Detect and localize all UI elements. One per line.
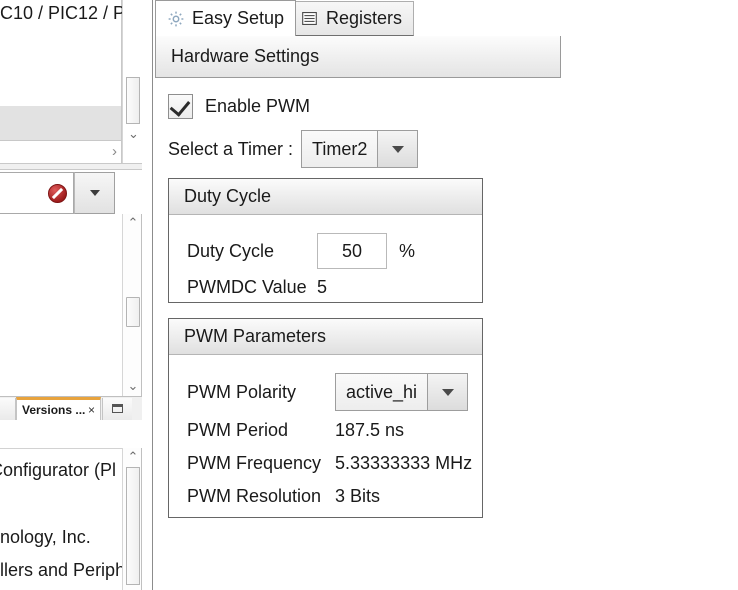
pwm-resolution-value: 3 Bits bbox=[335, 486, 380, 507]
tab-versions-label: Versions ... bbox=[22, 403, 85, 417]
scrollbar-thumb[interactable] bbox=[126, 77, 140, 124]
tab-easy-setup[interactable]: Easy Setup bbox=[155, 0, 296, 36]
pwm-polarity-label: PWM Polarity bbox=[187, 382, 335, 403]
duty-cycle-unit: % bbox=[399, 241, 415, 262]
divider bbox=[0, 448, 132, 449]
checkmark-icon bbox=[170, 95, 191, 117]
resource-tree-scrollbar[interactable]: ⌃ ⌄ bbox=[122, 214, 142, 396]
minimize-panel-button[interactable] bbox=[102, 398, 132, 421]
pwm-polarity-combobox-button[interactable] bbox=[428, 373, 468, 411]
chevron-down-icon bbox=[442, 389, 454, 396]
tab-versions[interactable]: Versions ... × bbox=[16, 397, 101, 421]
window-gap bbox=[142, 0, 152, 590]
scroll-down-arrow-icon[interactable]: ⌄ bbox=[125, 378, 141, 394]
timer-combobox-button[interactable] bbox=[378, 130, 418, 168]
pwm-period-label: PWM Period bbox=[187, 420, 335, 441]
minimize-icon bbox=[112, 404, 123, 413]
versions-line: ollers and Periph bbox=[0, 560, 125, 581]
hardware-settings-label: Hardware Settings bbox=[171, 46, 319, 67]
duty-cycle-group: Duty Cycle Duty Cycle 50 % PWMDC Value 5 bbox=[168, 178, 483, 303]
chevron-down-icon bbox=[392, 146, 404, 153]
screen-root: C10 / PIC12 / PIC › ⌄ ⌃ ⌄ bbox=[0, 0, 738, 590]
versions-output-body: Configurator (Pl hnology, Inc. ollers an… bbox=[0, 420, 142, 590]
error-prohibited-icon bbox=[48, 184, 67, 203]
versions-line: Configurator (Pl bbox=[0, 460, 116, 481]
pwm-resolution-label: PWM Resolution bbox=[187, 486, 335, 507]
duty-cycle-group-title: Duty Cycle bbox=[169, 179, 482, 215]
tab-registers-label: Registers bbox=[326, 8, 402, 29]
close-icon[interactable]: × bbox=[88, 403, 95, 417]
enable-pwm-label: Enable PWM bbox=[205, 96, 310, 117]
panel-splitter[interactable] bbox=[0, 163, 142, 170]
status-combo-field[interactable] bbox=[0, 172, 74, 214]
scroll-right-arrow-icon[interactable]: › bbox=[112, 142, 117, 162]
tab-bar: Easy Setup Registers bbox=[153, 0, 562, 36]
horizontal-scrollbar[interactable]: › bbox=[0, 141, 122, 163]
timer-combobox-value[interactable]: Timer2 bbox=[301, 130, 378, 168]
scrollbar-thumb[interactable] bbox=[126, 297, 140, 327]
select-timer-row: Select a Timer : Timer2 bbox=[168, 130, 418, 168]
enable-pwm-row[interactable]: Enable PWM bbox=[168, 94, 310, 119]
chevron-down-icon bbox=[90, 190, 100, 196]
gear-icon bbox=[167, 10, 185, 28]
left-clipped-window: C10 / PIC12 / PIC › ⌄ ⌃ ⌄ bbox=[0, 0, 150, 590]
enable-pwm-checkbox[interactable] bbox=[168, 94, 193, 119]
status-combo-dropdown-button[interactable] bbox=[74, 172, 115, 214]
timer-combobox[interactable]: Timer2 bbox=[301, 130, 418, 168]
duty-cycle-label: Duty Cycle bbox=[187, 241, 317, 262]
scroll-down-arrow-icon[interactable]: ⌄ bbox=[126, 126, 141, 142]
list-lines-icon bbox=[301, 10, 319, 28]
duty-cycle-field-row: Duty Cycle 50 % bbox=[187, 233, 415, 269]
versions-line: hnology, Inc. bbox=[0, 527, 91, 548]
pwm-frequency-value: 5.33333333 MHz bbox=[335, 453, 472, 474]
scrollbar-thumb[interactable] bbox=[126, 467, 140, 585]
pwmdc-value-label: PWMDC Value bbox=[187, 277, 317, 298]
bottom-tab-strip: Versions ... × bbox=[0, 396, 142, 420]
selected-list-row[interactable] bbox=[0, 106, 122, 141]
scroll-up-arrow-icon[interactable]: ⌃ bbox=[125, 215, 141, 231]
pwm-period-value: 187.5 ns bbox=[335, 420, 404, 441]
pwm-parameters-group: PWM Parameters PWM Polarity active_hi PW… bbox=[168, 318, 483, 518]
tab-easy-setup-label: Easy Setup bbox=[192, 8, 284, 29]
pwm-parameters-group-title: PWM Parameters bbox=[169, 319, 482, 355]
settings-content: Enable PWM Select a Timer : Timer2 Duty … bbox=[155, 78, 561, 590]
resource-tree-panel[interactable] bbox=[0, 214, 142, 396]
duty-cycle-input[interactable]: 50 bbox=[317, 233, 387, 269]
list-vertical-scrollbar[interactable]: ⌄ bbox=[122, 0, 142, 163]
pwm-polarity-combobox-value[interactable]: active_hi bbox=[335, 373, 428, 411]
pwmdc-value: 5 bbox=[317, 277, 327, 298]
pwm-polarity-combobox[interactable]: active_hi bbox=[335, 373, 468, 411]
pwm-polarity-row: PWM Polarity active_hi bbox=[187, 373, 468, 411]
tab-registers[interactable]: Registers bbox=[289, 1, 414, 36]
device-list-panel[interactable]: C10 / PIC12 / PIC bbox=[0, 0, 122, 106]
tab-unnamed[interactable] bbox=[0, 398, 16, 421]
hardware-settings-header: Hardware Settings bbox=[155, 36, 561, 78]
pwm-resolution-row: PWM Resolution 3 Bits bbox=[187, 486, 380, 507]
pwmdc-value-row: PWMDC Value 5 bbox=[187, 277, 327, 298]
pwm-frequency-row: PWM Frequency 5.33333333 MHz bbox=[187, 453, 472, 474]
versions-scrollbar[interactable]: ⌃ bbox=[122, 448, 142, 590]
select-timer-label: Select a Timer : bbox=[168, 139, 293, 160]
pwm-period-row: PWM Period 187.5 ns bbox=[187, 420, 404, 441]
pwm-frequency-label: PWM Frequency bbox=[187, 453, 335, 474]
status-combo-row bbox=[0, 172, 142, 214]
scroll-up-arrow-icon[interactable]: ⌃ bbox=[125, 449, 141, 465]
pwm-configuration-panel: Easy Setup Registers Hardware bbox=[152, 0, 562, 590]
